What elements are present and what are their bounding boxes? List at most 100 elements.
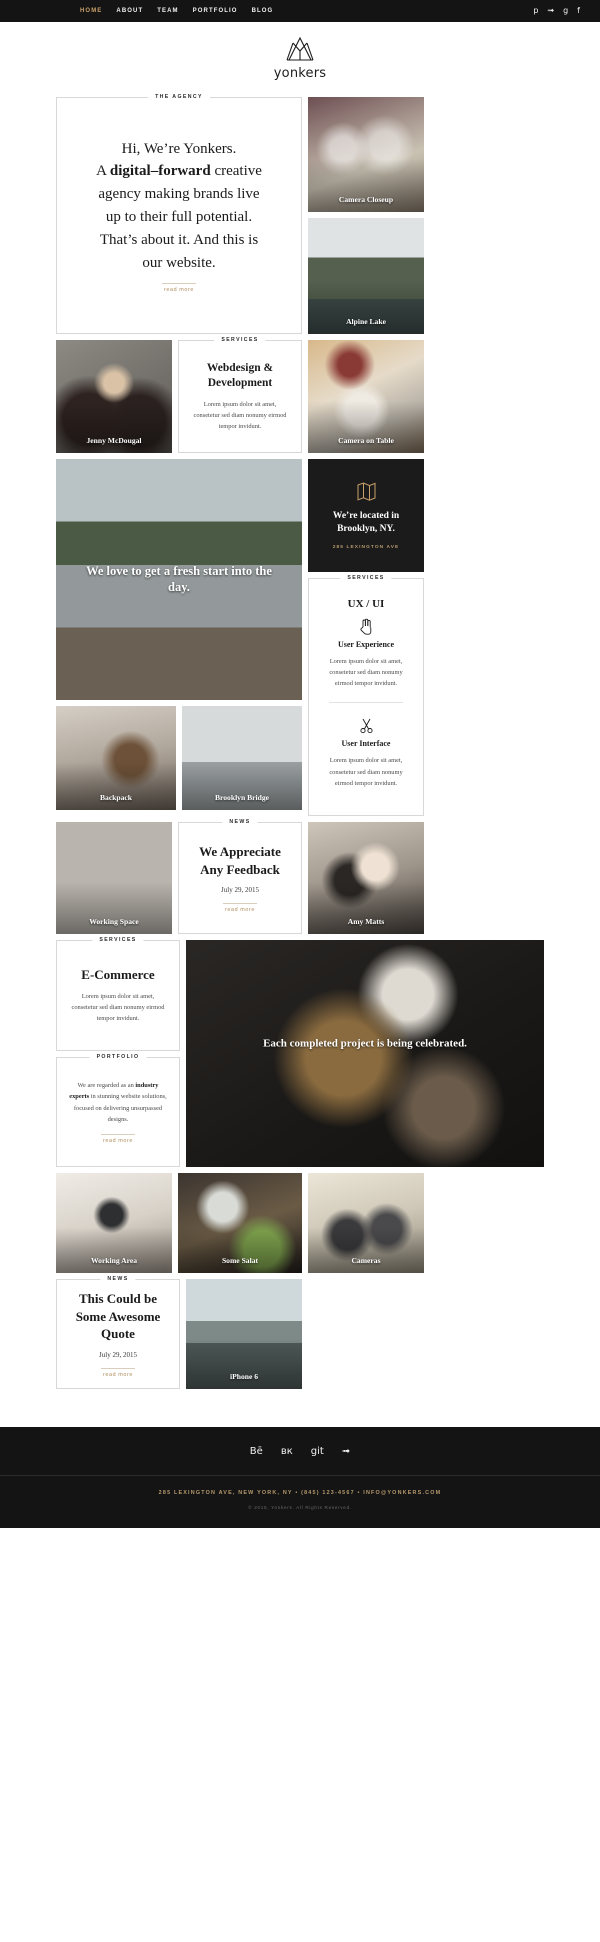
grid-row-2: Jenny McDougal SERVICES Webdesign & Deve… [56,337,544,453]
tile-alpine-lake[interactable]: Alpine Lake [308,218,424,334]
nav-link-team[interactable]: TEAM [157,8,178,14]
hero-line-5: That’s about it. And this is [99,231,259,248]
tile-camera-on-table[interactable]: Camera on Table [308,340,424,453]
map-pin-icon [357,482,375,501]
tile-shade [178,1227,302,1273]
webdesign-title: Webdesign & Development [206,361,274,390]
twitter-icon[interactable]: ➟ [342,1447,350,1457]
tile-some-salat[interactable]: Some Salat [178,1173,302,1273]
portfolio-body-a: We are regarded as an [77,1082,136,1090]
site-footer: Bē вк git ➟ 285 LEXINGTON AVE, NEW YORK,… [0,1427,600,1528]
tile-caption-bike: We love to get a fresh start into the da… [86,563,272,595]
ecommerce-body: Lorem ipsum dolor sit amet, consetetur s… [71,992,165,1023]
tile-iphone-6[interactable]: iPhone 6 [186,1279,302,1389]
vk-icon[interactable]: вк [281,1447,293,1457]
hero-headline: Hi, We’re Yonkers. A digital–forward cre… [69,138,289,275]
tile-working-area[interactable]: Working Area [56,1173,172,1273]
tile-shade [56,401,172,453]
tile-shade [56,882,172,934]
location-title: We’re located in Brooklyn, NY. [321,510,411,536]
grid-row-5-left-column: SERVICES E-Commerce Lorem ipsum dolor si… [56,937,180,1167]
tile-jenny-mcdougal[interactable]: Jenny McDougal [56,340,172,453]
ecommerce-services-card: SERVICES E-Commerce Lorem ipsum dolor si… [56,937,180,1051]
grid-row-3-left-column: We love to get a fresh start into the da… [56,459,302,816]
tile-caption-cameras: Cameras [351,1256,381,1265]
hero-read-more-link[interactable]: read more [162,283,196,293]
tile-backpack[interactable]: Backpack [56,706,176,810]
tile-caption-working-space: Working Space [89,917,139,926]
nav-link-about[interactable]: ABOUT [116,8,143,14]
news-quote-card: NEWS This Could be Some Awesome Quote Ju… [56,1276,180,1389]
facebook-icon[interactable]: f [577,7,580,15]
tile-caption-some-salat: Some Salat [221,1256,259,1265]
news-feedback-read-more-link[interactable]: read more [223,903,257,913]
uxui-divider [329,702,403,704]
site-logo[interactable]: yonkers [0,22,600,97]
grid-row-6: Working Area Some Salat Cameras [56,1173,544,1273]
tile-caption-camera-on-table: Camera on Table [338,436,394,445]
ecommerce-title: E-Commerce [81,967,155,983]
tile-camera-closeup[interactable]: Camera Closeup [308,97,424,212]
tile-shade [186,1338,302,1389]
twitter-icon[interactable]: ➟ [547,7,554,15]
footer-divider [0,1475,600,1476]
tile-caption-camera-closeup: Camera Closeup [338,195,394,204]
news-quote-date: July 29, 2015 [99,1350,137,1359]
news-quote-read-more-link[interactable]: read more [101,1367,135,1378]
uxui-ribbon-label: SERVICES [340,575,392,581]
uxui-services-card: SERVICES UX / UI User Experience Lorem i… [308,575,424,816]
tile-completed-project[interactable]: Each completed project is being celebrat… [186,940,544,1167]
grid-row-3-right-column: We’re located in Brooklyn, NY. 285 LEXIN… [308,459,424,816]
grid-row-4: Working Space NEWS We Appreciate Any Fee… [56,819,544,934]
tile-brooklyn-bridge[interactable]: Brooklyn Bridge [182,706,302,810]
service-user-interface: User Interface Lorem ipsum dolor sit ame… [315,714,417,791]
news-feedback-card: NEWS We Appreciate Any Feedback July 29,… [178,819,302,934]
tile-shade [308,401,424,453]
location-line-1: We’re located in [332,511,400,522]
tile-caption-working-area: Working Area [90,1256,138,1265]
tile-amy-matts[interactable]: Amy Matts [308,822,424,934]
ecommerce-ribbon-label: SERVICES [92,937,144,943]
grid-row-3: We love to get a fresh start into the da… [56,459,544,816]
scissors-icon [359,719,373,734]
news-quote-title: This Could be Some Awesome Quote [75,1291,161,1342]
location-line-2: Brooklyn, NY. [337,524,395,534]
tile-bike-fresh-start[interactable]: We love to get a fresh start into the da… [56,459,302,700]
tile-shade [182,762,302,810]
tile-shade [56,1227,172,1273]
git-icon[interactable]: git [311,1447,324,1457]
uxui-title: UX / UI [347,598,385,610]
service-ui-name: User Interface [341,739,391,749]
nav-link-portfolio[interactable]: PORTFOLIO [193,8,238,14]
tile-shade [56,762,176,810]
service-ux-body: Lorem ipsum dolor sit amet, consetetur s… [329,657,403,688]
news-feedback-title: We Appreciate Any Feedback [199,843,281,877]
project-photo [186,940,544,1167]
grid-row-1-right-column: Camera Closeup Alpine Lake [308,97,424,334]
tile-working-space[interactable]: Working Space [56,822,172,934]
pinterest-icon[interactable]: p [533,7,538,15]
hero-line-1: Hi, We’re Yonkers. [121,140,237,157]
webdesign-body: Lorem ipsum dolor sit amet, consetetur s… [193,400,287,431]
nav-link-blog[interactable]: BLOG [252,8,274,14]
webdesign-services-card: SERVICES Webdesign & Development Lorem i… [178,337,302,453]
news-feedback-date: July 29, 2015 [221,886,259,895]
tile-caption-brooklyn-bridge: Brooklyn Bridge [214,793,270,802]
tile-caption-alpine-lake: Alpine Lake [346,317,386,326]
portfolio-ribbon-label: PORTFOLIO [89,1054,147,1060]
tile-cameras[interactable]: Cameras [308,1173,424,1273]
behance-icon[interactable]: Bē [250,1447,263,1457]
tile-caption-amy: Amy Matts [347,917,385,926]
googleplus-icon[interactable]: g [563,7,568,15]
nav-link-home[interactable]: HOME [80,8,102,14]
hero-line-3: agency making brands live [98,186,260,203]
footer-copyright: © 2015, Yonkers. All Rights Reserved. [248,1505,352,1510]
portfolio-read-more-link[interactable]: read more [101,1133,135,1144]
hand-gesture-icon [359,618,371,635]
service-user-experience: User Experience Lorem ipsum dolor sit am… [315,614,417,692]
grid-row-5: SERVICES E-Commerce Lorem ipsum dolor si… [56,937,544,1167]
service-ui-body: Lorem ipsum dolor sit amet, consetetur s… [329,757,403,787]
masonry-grid: THE AGENCY Hi, We’re Yonkers. A digital–… [0,94,600,1389]
brand-name: yonkers [273,66,327,81]
hero-line-2-a: A [96,163,110,180]
